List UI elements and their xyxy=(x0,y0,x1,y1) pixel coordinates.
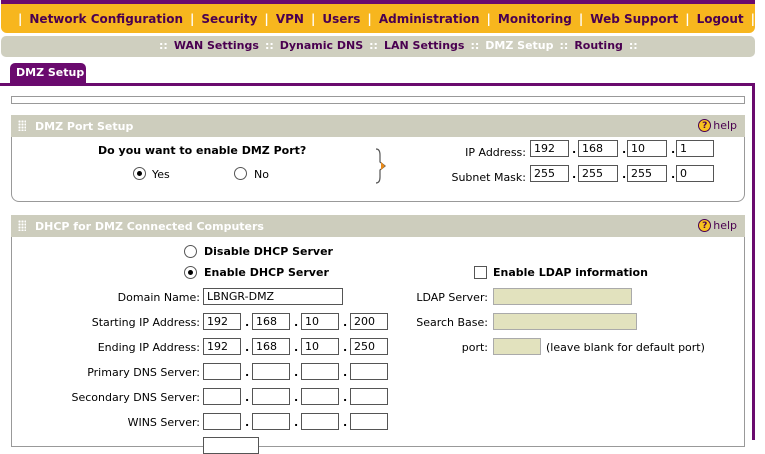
dhcp-dmz-body: Disable DHCP Server Enable DHCP Server E… xyxy=(11,237,745,454)
dmz-ip-octet-2[interactable] xyxy=(578,140,618,157)
help-link[interactable]: ? help xyxy=(698,219,737,232)
enable-ldap-label: Enable LDAP information xyxy=(493,266,648,279)
help-link[interactable]: ? help xyxy=(698,119,737,132)
tab-underline xyxy=(0,83,755,86)
nav-vpn[interactable]: VPN xyxy=(276,12,304,26)
dmz-ip-octet-3[interactable] xyxy=(627,140,667,157)
primary-dns-octet-3[interactable] xyxy=(301,363,339,380)
dmz-yes-label: Yes xyxy=(152,168,170,181)
dmz-mask-octet-1[interactable] xyxy=(530,165,569,182)
end-ip-octet-2[interactable] xyxy=(252,338,290,355)
start-ip-octet-1[interactable] xyxy=(203,313,241,330)
wins-server-label: WINS Server: xyxy=(127,416,200,429)
grip-icon xyxy=(18,220,26,231)
enable-ldap-checkbox[interactable] xyxy=(474,266,487,279)
nav-logout[interactable]: Logout xyxy=(697,12,744,26)
search-base-input[interactable] xyxy=(493,313,637,330)
section-title: DMZ Port Setup xyxy=(35,120,134,133)
subnav-routing[interactable]: Routing xyxy=(574,39,623,52)
subnav-dmz-setup[interactable]: DMZ Setup xyxy=(485,39,553,52)
wins-octet-2[interactable] xyxy=(252,413,290,430)
dmz-no-radio[interactable] xyxy=(234,167,247,180)
help-icon: ? xyxy=(698,119,712,132)
dmz-port-setup-header: DMZ Port Setup ? help xyxy=(11,115,745,137)
dmz-port-setup-body: Do you want to enable DMZ Port? Yes No I… xyxy=(11,137,745,202)
dhcp-dmz-header: DHCP for DMZ Connected Computers ? help xyxy=(11,215,745,237)
ldap-port-hint: (leave blank for default port) xyxy=(546,341,705,354)
primary-dns-octet-1[interactable] xyxy=(203,363,241,380)
wins-octet-1[interactable] xyxy=(203,413,241,430)
end-ip-octet-4[interactable] xyxy=(350,338,388,355)
ldap-server-input[interactable] xyxy=(493,288,632,305)
end-ip-octet-1[interactable] xyxy=(203,338,241,355)
dmz-mask-octet-4[interactable] xyxy=(676,165,714,182)
disable-dhcp-label: Disable DHCP Server xyxy=(204,245,333,258)
ending-ip-label: Ending IP Address: xyxy=(97,341,200,354)
help-icon: ? xyxy=(698,219,712,232)
subnet-mask-label: Subnet Mask: xyxy=(451,171,526,184)
primary-dns-octet-4[interactable] xyxy=(350,363,388,380)
domain-name-label: Domain Name: xyxy=(117,291,200,304)
ldap-port-label: port: xyxy=(461,341,488,354)
sub-nav-bar: :: WAN Settings:: Dynamic DNS:: LAN Sett… xyxy=(1,36,755,57)
search-base-label: Search Base: xyxy=(416,316,488,329)
section-title: DHCP for DMZ Connected Computers xyxy=(35,220,264,233)
enable-dhcp-radio[interactable] xyxy=(184,266,197,279)
disable-dhcp-radio[interactable] xyxy=(184,245,197,258)
subnav-lan-settings[interactable]: LAN Settings xyxy=(384,39,464,52)
secondary-dns-octet-2[interactable] xyxy=(252,388,290,405)
dmz-mask-octet-2[interactable] xyxy=(578,165,618,182)
domain-name-input[interactable] xyxy=(203,288,343,305)
nav-users[interactable]: Users xyxy=(322,12,360,26)
nav-network-configuration[interactable]: Network Configuration xyxy=(29,12,183,26)
dmz-no-label: No xyxy=(254,168,269,181)
secondary-dns-octet-4[interactable] xyxy=(350,388,388,405)
end-ip-octet-3[interactable] xyxy=(301,338,339,355)
content-border xyxy=(752,83,755,440)
subnav-dynamic-dns[interactable]: Dynamic DNS xyxy=(280,39,363,52)
dmz-yes-radio[interactable] xyxy=(133,167,146,180)
start-ip-octet-3[interactable] xyxy=(301,313,339,330)
wins-octet-4[interactable] xyxy=(350,413,388,430)
enable-dhcp-label: Enable DHCP Server xyxy=(204,266,329,279)
nav-administration[interactable]: Administration xyxy=(379,12,480,26)
nav-web-support[interactable]: Web Support xyxy=(590,12,678,26)
wins-octet-3[interactable] xyxy=(301,413,339,430)
secondary-dns-octet-1[interactable] xyxy=(203,388,241,405)
ip-address-label: IP Address: xyxy=(465,146,526,159)
nav-monitoring[interactable]: Monitoring xyxy=(498,12,572,26)
starting-ip-label: Starting IP Address: xyxy=(91,316,200,329)
ldap-port-input[interactable] xyxy=(493,338,541,355)
secondary-dns-label: Secondary DNS Server: xyxy=(71,391,200,404)
secondary-dns-octet-3[interactable] xyxy=(301,388,339,405)
enable-dmz-question: Do you want to enable DMZ Port? xyxy=(98,144,307,157)
start-ip-octet-4[interactable] xyxy=(350,313,388,330)
tab-dmz-setup[interactable]: DMZ Setup xyxy=(10,63,86,84)
bracket-arrow-icon xyxy=(375,148,386,184)
primary-dns-octet-2[interactable] xyxy=(252,363,290,380)
nav-security[interactable]: Security xyxy=(201,12,257,26)
grip-icon xyxy=(18,120,26,131)
dmz-ip-octet-1[interactable] xyxy=(530,140,569,157)
dmz-ip-octet-4[interactable] xyxy=(676,140,714,157)
subnav-wan-settings[interactable]: WAN Settings xyxy=(174,39,259,52)
dmz-mask-octet-3[interactable] xyxy=(627,165,667,182)
start-ip-octet-2[interactable] xyxy=(252,313,290,330)
ldap-server-label: LDAP Server: xyxy=(416,291,488,304)
status-box xyxy=(11,96,745,104)
top-nav-bar: | Network Configuration | Security | VPN | … xyxy=(1,0,755,33)
primary-dns-label: Primary DNS Server: xyxy=(87,366,200,379)
